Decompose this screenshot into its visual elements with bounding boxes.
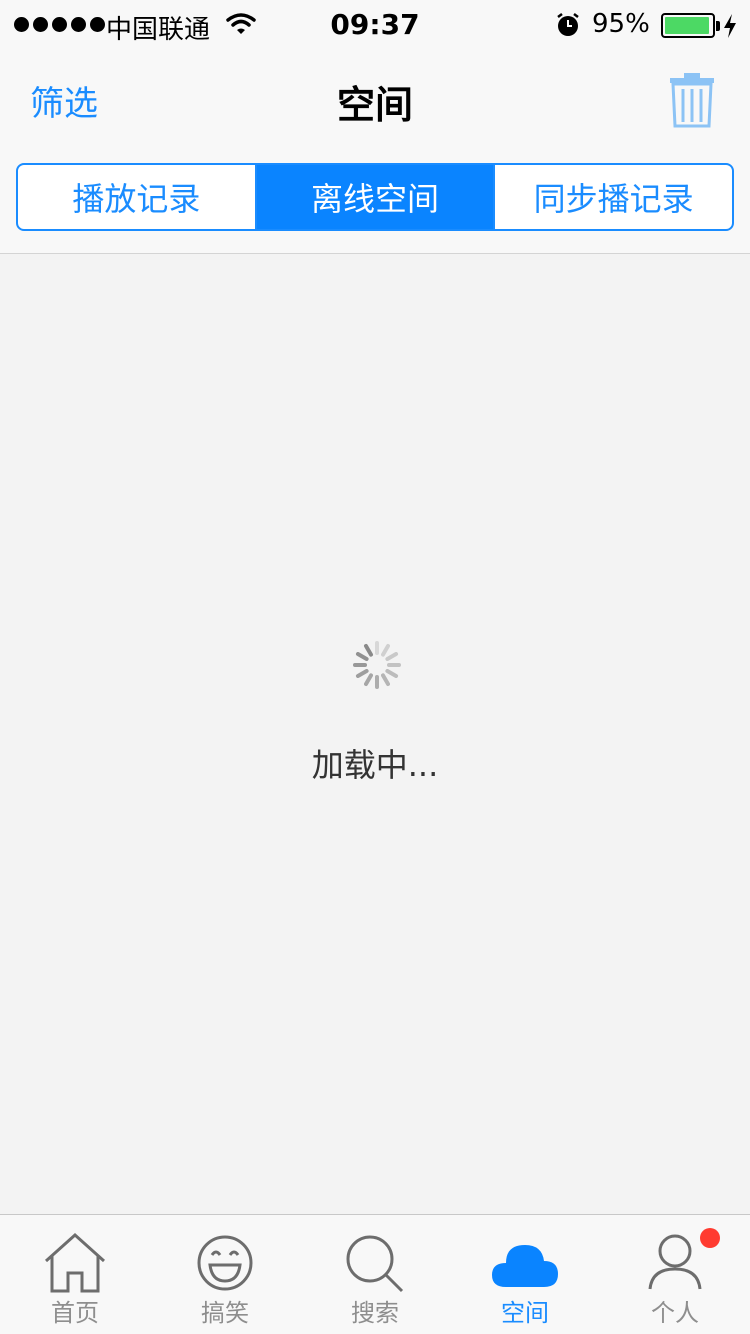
page-title: 空间 bbox=[336, 83, 413, 127]
battery-icon bbox=[661, 13, 715, 38]
spinner-spoke bbox=[381, 643, 390, 657]
spinner-spoke bbox=[355, 652, 369, 661]
charging-bolt-icon bbox=[724, 14, 736, 38]
smile-icon bbox=[190, 1231, 260, 1295]
tab-4[interactable]: 空间 bbox=[450, 1215, 600, 1334]
segment-1[interactable]: 播放记录 bbox=[18, 165, 257, 229]
battery-tip bbox=[716, 21, 720, 31]
segmented-control: 播放记录 离线空间 同步播记录 bbox=[16, 163, 734, 231]
trash-icon[interactable] bbox=[668, 72, 716, 128]
segment-3[interactable]: 同步播记录 bbox=[495, 165, 732, 229]
loading-spinner-icon bbox=[353, 641, 401, 689]
alarm-icon bbox=[557, 13, 579, 36]
battery-level bbox=[665, 17, 709, 34]
segment-2[interactable]: 离线空间 bbox=[256, 165, 496, 229]
spinner-spoke bbox=[385, 652, 399, 661]
tab-2[interactable]: 搞笑 bbox=[150, 1215, 300, 1334]
tab-label: 个人 bbox=[651, 1299, 699, 1327]
app-screen: 中国联通 09:37 95% 筛选 空间 播放记录 离线空间同步播记录 加载中.… bbox=[0, 0, 750, 1334]
spinner-spoke bbox=[381, 673, 390, 687]
loading-text: 加载中... bbox=[311, 746, 439, 784]
search-icon bbox=[340, 1231, 410, 1295]
battery-percent: 95% bbox=[592, 9, 650, 39]
spinner-spoke bbox=[364, 673, 373, 687]
cloud-icon bbox=[490, 1231, 560, 1295]
status-bar: 中国联通 09:37 95% bbox=[0, 0, 750, 50]
spinner-spoke bbox=[364, 643, 373, 657]
tab-label: 搞笑 bbox=[201, 1299, 249, 1327]
tab-5[interactable]: 个人 bbox=[600, 1215, 750, 1334]
spinner-spoke bbox=[355, 669, 369, 678]
tab-label: 搜索 bbox=[351, 1299, 399, 1327]
tab-label: 首页 bbox=[51, 1299, 99, 1327]
tab-label: 空间 bbox=[501, 1299, 549, 1327]
tab-1[interactable]: 首页 bbox=[0, 1215, 150, 1334]
tab-3[interactable]: 搜索 bbox=[300, 1215, 450, 1334]
tab-bar: 首页 搞笑 搜索 空间 个人 bbox=[0, 1214, 750, 1334]
notification-badge bbox=[700, 1228, 720, 1248]
navigation-bar: 筛选 空间 播放记录 离线空间 同步播记录 bbox=[0, 50, 750, 254]
home-icon bbox=[40, 1231, 110, 1295]
spinner-spoke bbox=[385, 669, 399, 678]
